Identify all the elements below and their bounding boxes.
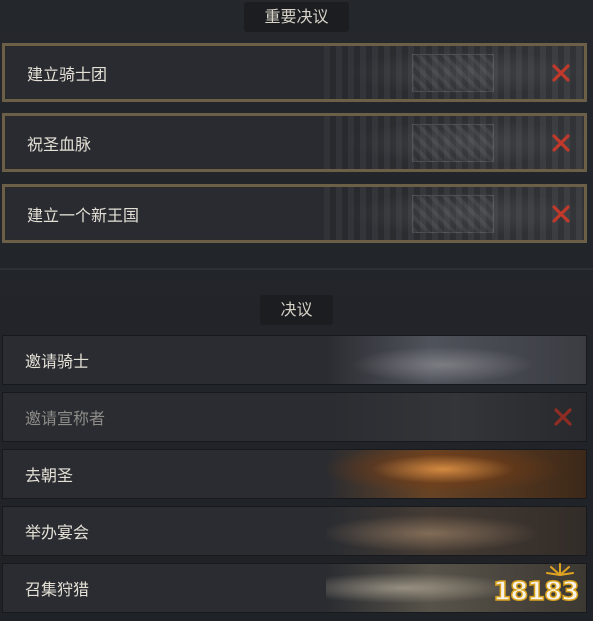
decision-label: 建立骑士团 <box>27 64 108 84</box>
sun-rays-icon <box>546 563 574 576</box>
decision-row-found-new-kingdom[interactable]: 建立一个新王国 <box>2 184 587 243</box>
decisions-header: 决议 <box>0 293 593 327</box>
decision-label: 召集狩猎 <box>25 580 90 599</box>
decision-art <box>324 46 584 99</box>
decision-row-found-knightly-order[interactable]: 建立骑士团 <box>2 43 587 102</box>
decisions-title: 决议 <box>260 295 333 325</box>
watermark-text: 18183 <box>492 576 580 608</box>
decision-art <box>326 507 586 555</box>
decision-label: 举办宴会 <box>25 523 90 542</box>
decision-label: 邀请骑士 <box>25 352 90 371</box>
watermark-logo: 18183 <box>492 561 580 608</box>
decision-art <box>326 336 586 384</box>
decision-row-host-feast[interactable]: 举办宴会 <box>2 506 587 556</box>
decision-art <box>324 116 584 169</box>
decision-label: 建立一个新王国 <box>27 205 140 225</box>
decision-row-consecrate-bloodline[interactable]: 祝圣血脉 <box>2 113 587 172</box>
decision-row-go-on-pilgrimage[interactable]: 去朝圣 <box>2 449 587 499</box>
decision-label: 邀请宣称者 <box>25 409 106 428</box>
close-icon <box>552 133 570 152</box>
decision-art <box>324 187 584 240</box>
close-icon <box>552 204 570 223</box>
decision-row-invite-claimants[interactable]: 邀请宣称者 <box>2 392 587 442</box>
decision-row-invite-knights[interactable]: 邀请骑士 <box>2 335 587 385</box>
important-decisions-title: 重要决议 <box>244 2 349 32</box>
decision-label: 去朝圣 <box>25 466 74 485</box>
decision-art-ornament <box>412 124 494 162</box>
close-icon <box>552 63 570 82</box>
decision-art <box>326 450 586 498</box>
section-divider <box>0 268 593 270</box>
decision-label: 祝圣血脉 <box>27 134 92 154</box>
important-decisions-header: 重要决议 <box>0 0 593 34</box>
decision-art <box>326 393 586 441</box>
close-icon <box>554 408 572 426</box>
decision-art-ornament <box>412 195 494 233</box>
decisions-panel: 重要决议 建立骑士团 祝圣血脉 建立一个新王国 决议 邀请骑士 邀请宣称者 去朝… <box>0 0 593 621</box>
decision-art-ornament <box>412 54 494 92</box>
